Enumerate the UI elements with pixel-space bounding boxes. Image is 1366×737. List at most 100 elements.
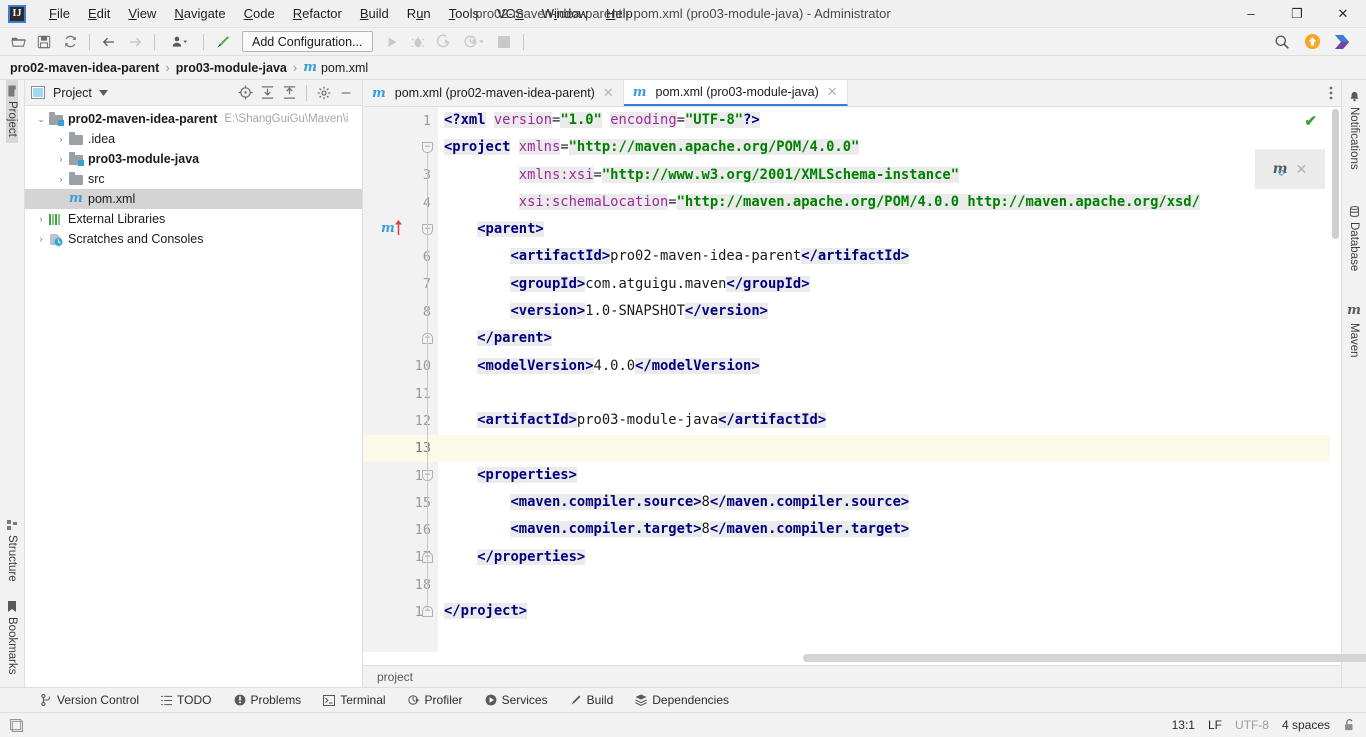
back-arrow-icon[interactable] xyxy=(97,31,121,53)
code-content[interactable]: <?xml version="1.0" encoding="UTF-8"?> <p… xyxy=(438,107,1341,652)
close-button[interactable]: ✕ xyxy=(1320,0,1366,28)
sidebar-tab-database[interactable]: Database xyxy=(1348,201,1360,276)
code-line[interactable] xyxy=(438,380,1341,407)
search-icon[interactable] xyxy=(1270,31,1294,53)
collapse-all-icon[interactable] xyxy=(279,83,299,103)
bottom-tool-version-control[interactable]: Version Control xyxy=(30,693,150,707)
menu-run[interactable]: Run xyxy=(398,2,440,25)
tree-node[interactable]: ⌄ pro02-maven-idea-parent E:\ShangGuiGu\Ma… xyxy=(25,109,362,129)
build-hammer-icon[interactable] xyxy=(211,31,235,53)
close-icon[interactable]: ✕ xyxy=(827,84,838,100)
minimize-button[interactable]: – xyxy=(1228,0,1274,28)
menu-view[interactable]: View xyxy=(119,2,165,25)
debug-icon[interactable] xyxy=(406,31,430,53)
fold-marker-expanded[interactable]: − xyxy=(422,142,433,154)
code-line[interactable]: <artifactId>pro03-module-java</artifactI… xyxy=(438,407,1341,434)
breadcrumb-item-module[interactable]: pro03-module-java xyxy=(176,61,287,75)
caret-position[interactable]: 13:1 xyxy=(1172,718,1195,732)
code-line[interactable]: <properties> xyxy=(438,462,1341,489)
bottom-tool-terminal[interactable]: Terminal xyxy=(312,693,396,707)
gutter-line[interactable]: 1 xyxy=(363,107,438,134)
tree-node[interactable]: › Scratches and Consoles xyxy=(25,229,362,249)
tree-expand-arrow[interactable]: › xyxy=(33,234,49,244)
tree-node[interactable]: › .idea xyxy=(25,129,362,149)
sync-icon[interactable] xyxy=(58,31,82,53)
code-line[interactable]: <maven.compiler.target>8</maven.compiler… xyxy=(438,516,1341,543)
maven-reload-icon[interactable]: m ⟳ xyxy=(1273,161,1288,179)
expand-all-icon[interactable] xyxy=(257,83,277,103)
editor-tab-pom-parent[interactable]: m pom.xml (pro02-maven-idea-parent) ✕ xyxy=(363,80,624,106)
run-icon[interactable] xyxy=(380,31,404,53)
gear-icon[interactable] xyxy=(314,83,334,103)
bottom-tool-profiler[interactable]: Profiler xyxy=(397,693,474,707)
code-line[interactable] xyxy=(438,571,1341,598)
code-line[interactable]: </project> xyxy=(438,598,1341,625)
forward-arrow-icon[interactable] xyxy=(123,31,147,53)
menu-window[interactable]: Window xyxy=(533,2,597,25)
hide-icon[interactable] xyxy=(336,83,356,103)
bottom-tool-problems[interactable]: Problems xyxy=(223,693,313,707)
update-available-icon[interactable] xyxy=(1300,31,1324,53)
bottom-tool-services[interactable]: Services xyxy=(474,693,559,707)
code-line[interactable]: <parent> xyxy=(438,216,1341,243)
sidebar-tab-structure[interactable]: Structure xyxy=(6,514,18,588)
bottom-tool-todo[interactable]: TODO xyxy=(150,693,222,707)
code-line[interactable]: <?xml version="1.0" encoding="UTF-8"?> xyxy=(438,107,1341,134)
tree-expand-arrow[interactable]: › xyxy=(53,174,69,184)
code-line[interactable]: <version>1.0-SNAPSHOT</version> xyxy=(438,298,1341,325)
horizontal-scrollbar[interactable] xyxy=(363,652,1366,665)
tree-node[interactable]: › src xyxy=(25,169,362,189)
code-line[interactable]: <artifactId>pro02-maven-idea-parent</art… xyxy=(438,243,1341,270)
tree-expand-arrow[interactable]: › xyxy=(53,134,69,144)
menu-help[interactable]: Help xyxy=(597,2,642,25)
unlocked-icon[interactable] xyxy=(1343,718,1356,732)
editor-tab-options[interactable] xyxy=(1321,80,1341,106)
maven-parent-navigate-icon[interactable]: m xyxy=(381,220,403,236)
tree-expand-arrow[interactable]: › xyxy=(33,214,49,224)
code-line[interactable] xyxy=(438,434,1341,462)
menu-file[interactable]: File xyxy=(40,2,79,25)
line-separator[interactable]: LF xyxy=(1208,718,1222,732)
profiler-icon[interactable] xyxy=(458,31,490,53)
tree-node[interactable]: › External Libraries xyxy=(25,209,362,229)
code-line[interactable]: <maven.compiler.source>8</maven.compiler… xyxy=(438,489,1341,516)
popup-close-icon[interactable]: ✕ xyxy=(1296,161,1308,178)
add-configuration-button[interactable]: Add Configuration... xyxy=(242,31,373,52)
layout-icon[interactable] xyxy=(10,718,23,732)
menu-vcs[interactable]: VCS xyxy=(488,2,533,25)
run-with-coverage-icon[interactable] xyxy=(432,31,456,53)
ide-features-icon[interactable] xyxy=(1330,31,1354,53)
bottom-tool-dependencies[interactable]: Dependencies xyxy=(624,693,740,707)
menu-code[interactable]: Code xyxy=(235,2,284,25)
menu-refactor[interactable]: Refactor xyxy=(284,2,351,25)
save-icon[interactable] xyxy=(32,31,56,53)
close-icon[interactable]: ✕ xyxy=(603,85,614,101)
sidebar-tab-notifications[interactable]: Notifications xyxy=(1348,86,1360,175)
sidebar-tab-project[interactable]: Project xyxy=(6,80,18,143)
editor-tab-pom-module[interactable]: m pom.xml (pro03-module-java) ✕ xyxy=(623,80,848,106)
sidebar-tab-bookmarks[interactable]: Bookmarks xyxy=(6,595,18,681)
tree-node[interactable]: m pom.xml xyxy=(25,189,362,209)
sidebar-tab-maven[interactable]: m Maven xyxy=(1347,298,1361,363)
vertical-scrollbar[interactable] xyxy=(1330,107,1341,652)
stop-icon[interactable] xyxy=(492,31,516,53)
file-encoding[interactable]: UTF-8 xyxy=(1235,718,1269,732)
code-line[interactable]: xsi:schemaLocation="http://maven.apache.… xyxy=(438,189,1341,216)
menu-tools[interactable]: Tools xyxy=(440,2,488,25)
breadcrumb-item-file[interactable]: pom.xml xyxy=(321,61,368,75)
open-folder-icon[interactable] xyxy=(6,31,30,53)
maximize-button[interactable]: ❐ xyxy=(1274,0,1320,28)
code-line[interactable]: xmlns:xsi="http://www.w3.org/2001/XMLSch… xyxy=(438,162,1341,189)
tree-node[interactable]: › pro03-module-java xyxy=(25,149,362,169)
chevron-down-icon[interactable] xyxy=(96,83,112,103)
tree-expand-arrow[interactable]: › xyxy=(53,154,69,164)
menu-edit[interactable]: Edit xyxy=(79,2,119,25)
menu-build[interactable]: Build xyxy=(351,2,398,25)
indent-setting[interactable]: 4 spaces xyxy=(1282,718,1330,732)
user-profile-icon[interactable] xyxy=(162,31,196,53)
code-line[interactable]: <groupId>com.atguigu.maven</groupId> xyxy=(438,271,1341,298)
editor-gutter[interactable]: 12−345m−6789−1011121314−151617−1819− xyxy=(363,107,451,652)
locate-icon[interactable] xyxy=(235,83,255,103)
bottom-tool-build[interactable]: Build xyxy=(559,693,625,707)
code-line[interactable]: </properties> xyxy=(438,544,1341,571)
